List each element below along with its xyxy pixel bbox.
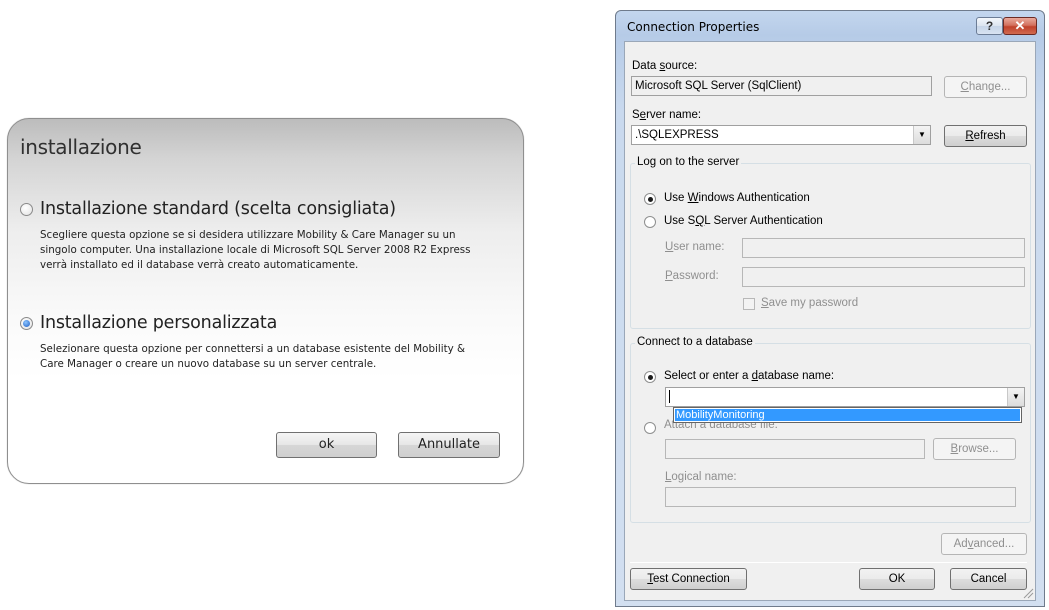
change-button[interactable]: Change... <box>944 76 1027 98</box>
data-source-label: Data source: <box>632 60 698 72</box>
text-cursor <box>669 390 670 404</box>
dropdown-item-mobilitymonitoring[interactable]: MobilityMonitoring <box>675 409 1020 421</box>
password-label: Password: <box>665 270 719 282</box>
browse-button[interactable]: Browse... <box>933 438 1016 460</box>
data-source-field: Microsoft SQL Server (SqlClient) <box>631 76 932 96</box>
sql-auth-label[interactable]: Use SQL Server Authentication <box>664 215 823 227</box>
option-custom-label[interactable]: Installazione personalizzata <box>40 313 277 333</box>
test-connection-button[interactable]: Test Connection <box>630 568 747 590</box>
custom-radio[interactable] <box>20 316 33 330</box>
option-standard[interactable]: Installazione standard (scelta consiglia… <box>20 199 520 273</box>
select-database-label[interactable]: Select or enter a database name: <box>664 370 834 382</box>
save-password-label[interactable]: Save my password <box>761 297 858 309</box>
save-password-checkbox[interactable] <box>743 298 755 310</box>
title-bar[interactable]: Connection Properties ? ✕ <box>616 11 1044 41</box>
attach-database-radio[interactable] <box>644 422 656 434</box>
resize-grip-icon[interactable] <box>1022 587 1034 599</box>
close-button[interactable]: ✕ <box>1003 17 1037 35</box>
dialog-title: Connection Properties <box>627 20 760 34</box>
option-custom-description: Selezionare questa opzione per connetter… <box>40 343 465 370</box>
server-name-value[interactable]: .\SQLEXPRESS <box>635 129 719 141</box>
cancel-button[interactable]: Annullate <box>398 432 500 458</box>
option-custom[interactable]: Installazione personalizzata Selezionare… <box>20 313 520 372</box>
select-database-radio[interactable] <box>644 371 656 383</box>
database-dropdown-list[interactable]: MobilityMonitoring <box>673 407 1022 423</box>
password-field[interactable] <box>742 267 1025 287</box>
attach-file-field[interactable] <box>665 439 925 459</box>
option-standard-label[interactable]: Installazione standard (scelta consiglia… <box>40 199 396 219</box>
dialog-title: installazione <box>20 135 142 159</box>
sql-auth-radio[interactable] <box>644 216 656 228</box>
database-group-title: Connect to a database <box>635 336 755 348</box>
windows-auth-label[interactable]: Use Windows Authentication <box>664 192 810 204</box>
server-name-combobox[interactable]: .\SQLEXPRESS <box>631 125 931 145</box>
user-name-label: User name: <box>665 241 725 253</box>
user-name-field[interactable] <box>742 238 1025 258</box>
installation-dialog: installazione Installazione standard (sc… <box>7 118 524 484</box>
refresh-button[interactable]: Refresh <box>944 125 1027 147</box>
windows-auth-radio[interactable] <box>644 193 656 205</box>
dialog-body: Data source: Microsoft SQL Server (SqlCl… <box>624 41 1036 601</box>
logon-group-title: Log on to the server <box>635 156 742 168</box>
database-name-combobox[interactable] <box>665 387 1025 407</box>
chevron-down-icon[interactable]: ▼ <box>913 126 930 144</box>
help-button[interactable]: ? <box>976 17 1003 35</box>
logical-name-label: Logical name: <box>665 471 737 483</box>
option-standard-description: Scegliere questa opzione se si desidera … <box>40 229 471 271</box>
connection-properties-dialog: Connection Properties ? ✕ Data source: M… <box>615 10 1045 607</box>
advanced-button[interactable]: Advanced... <box>941 533 1027 555</box>
ok-button[interactable]: OK <box>859 568 935 590</box>
logical-name-field[interactable] <box>665 487 1016 507</box>
chevron-down-icon[interactable]: ▼ <box>1007 388 1024 406</box>
server-name-label: Server name: <box>632 109 702 121</box>
separator <box>630 562 1027 563</box>
standard-radio[interactable] <box>20 202 33 216</box>
option-custom-row[interactable]: Installazione personalizzata <box>20 313 520 333</box>
option-standard-row[interactable]: Installazione standard (scelta consiglia… <box>20 199 520 219</box>
cancel-button[interactable]: Cancel <box>950 568 1027 590</box>
ok-button[interactable]: ok <box>276 432 377 458</box>
